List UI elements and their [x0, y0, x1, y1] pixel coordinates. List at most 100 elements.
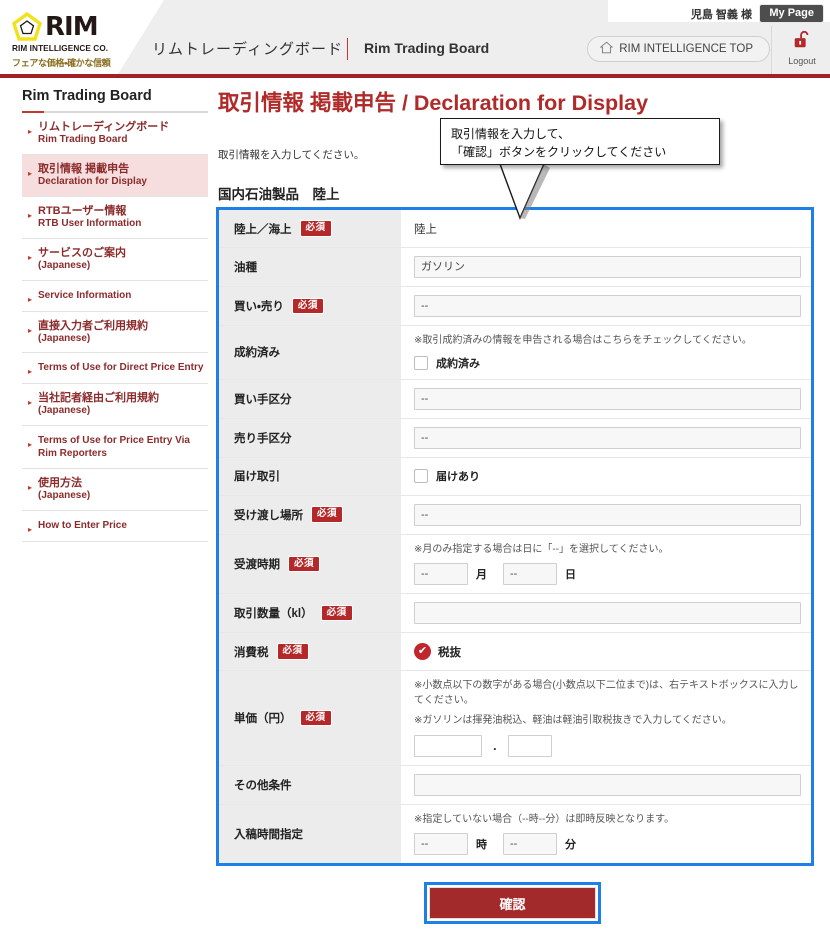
form-label-text: 届け取引: [234, 471, 280, 483]
checkbox-input[interactable]: [414, 469, 428, 483]
form-row-label: 成約済み: [219, 326, 402, 379]
readonly-value: 陸上: [414, 223, 437, 236]
form-row-label: 買い・売り 必須: [219, 287, 402, 325]
form-row-value: 陸上: [402, 210, 811, 247]
sidebar-item-label-en: Terms of Use for Price Entry Via Rim Rep…: [38, 435, 190, 460]
sidebar-item-8[interactable]: ▸ 当社記者経由ご利用規約 (Japanese): [22, 384, 208, 427]
text-input[interactable]: [414, 773, 801, 796]
form-row-label: 受け渡し場所 必須: [219, 495, 402, 534]
form-row-value: ✔ 税抜: [402, 633, 811, 670]
form-label-text: 取引数量（kl）: [234, 608, 313, 620]
site-logo[interactable]: RIM RIM INTELLIGENCE CO. フェアな価格・確かな信頼: [6, 12, 118, 74]
select-field[interactable]: --: [414, 295, 801, 317]
hour-select[interactable]: --: [414, 833, 468, 855]
sidebar-item-label-en: RTB User Information: [38, 217, 142, 229]
field-note: ※月のみ指定する場合は日に「--」を選択してください。: [414, 543, 669, 555]
callout-line-1: 取引情報を入力して、: [451, 127, 571, 141]
sidebar-item-label-en: Rim Trading Board: [38, 134, 128, 146]
form-row-label: 消費税 必須: [219, 633, 402, 670]
form-label-text: 成約済み: [234, 347, 280, 360]
rim-intelligence-top-button[interactable]: RIM INTELLIGENCE TOP: [587, 36, 770, 62]
checkbox-label: 成約済み: [436, 357, 480, 370]
declaration-form: 陸上／海上 必須 陸上 油種 ガソリン 買い・売り 必須 -- 成約済み ※取引成約済みの情報を申…: [216, 207, 814, 866]
select-field[interactable]: --: [414, 503, 801, 526]
tax-option[interactable]: ✔ 税抜: [414, 643, 801, 660]
form-label-text: 売り手区分: [234, 432, 292, 445]
day-select[interactable]: --: [503, 563, 557, 585]
sidebar-item-texts: 使用方法 (Japanese): [38, 476, 90, 503]
form-row-value: ※指定していない場合（--時--分）は即時反映となります。 -- 時 -- 分: [402, 805, 811, 864]
price-integer-input[interactable]: [414, 734, 482, 757]
required-badge: 必須: [276, 643, 309, 660]
sidebar-item-7[interactable]: ▸ Terms of Use for Direct Price Entry: [22, 353, 208, 385]
form-row-value: --: [402, 496, 811, 534]
form-row: 成約済み ※取引成約済みの情報を申告される場合はこちらをチェックしてください。 成約…: [219, 326, 811, 380]
header-divider: [771, 26, 772, 74]
form-row-label: 単価（円） 必須: [219, 671, 402, 765]
form-row: 届け取引 届けあり: [219, 457, 811, 496]
sidebar-item-10[interactable]: ▸ 使用方法 (Japanese): [22, 469, 208, 511]
sidebar-item-texts: 取引情報 掲載申告 Declaration for Display: [38, 162, 147, 189]
sidebar-item-11[interactable]: ▸ How to Enter Price: [22, 511, 208, 542]
sidebar-title-rule: [22, 111, 208, 113]
form-row: 入稿時間指定 ※指定していない場合（--時--分）は即時反映となります。 -- 時 --…: [219, 804, 811, 864]
sidebar-item-label-ja: 当社記者経由ご利用規約: [38, 392, 160, 405]
logo-tagline: フェアな価格・確かな信頼: [12, 58, 111, 68]
sidebar-item-label-ja: 使用方法: [38, 476, 83, 489]
sidebar-item-2[interactable]: ▸ 取引情報 掲載申告 Declaration for Display: [22, 154, 208, 197]
form-row: 売り手区分 --: [219, 418, 811, 458]
my-page-button[interactable]: My Page: [759, 4, 824, 23]
required-badge: 必須: [288, 555, 321, 572]
form-row-value: [402, 766, 811, 804]
text-input[interactable]: [414, 602, 801, 624]
logo-company-name: RIM INTELLIGENCE CO.: [12, 44, 109, 53]
form-row: その他条件: [219, 765, 811, 805]
callout-tail: [498, 163, 588, 225]
sidebar-item-5[interactable]: ▸ Service Information: [22, 281, 208, 312]
select-field[interactable]: --: [414, 426, 801, 449]
sidebar-item-3[interactable]: ▸ RTBユーザー情報 RTB User Information: [22, 197, 208, 239]
sidebar-item-texts: 直接入力者ご利用規約 (Japanese): [38, 319, 148, 346]
form-row-label: 陸上／海上 必須: [219, 210, 402, 247]
sidebar-item-9[interactable]: ▸ Terms of Use for Price Entry Via Rim Re…: [22, 426, 208, 469]
bullet-icon: ▸: [28, 168, 33, 178]
bullet-icon: ▸: [28, 127, 33, 136]
decimal-separator: .: [493, 738, 497, 753]
form-row-value: [402, 594, 811, 632]
form-row-label: 売り手区分: [219, 418, 402, 457]
form-label-text: 買い・売り: [234, 301, 284, 313]
form-row: 受け渡し場所 必須 --: [219, 495, 811, 535]
tax-option-label: 税抜: [438, 646, 461, 659]
month-day-group: -- 月 -- 日: [414, 563, 801, 585]
submit-button-frame: 確認: [424, 882, 601, 924]
confirm-button[interactable]: 確認: [429, 887, 596, 919]
open-lock-icon: [792, 30, 812, 54]
select-field[interactable]: ガソリン: [414, 256, 801, 278]
sidebar-item-label-en: Terms of Use for Direct Price Entry: [38, 362, 204, 374]
user-name-label: 児島 智義 様: [690, 9, 752, 21]
form-row-label: 届け取引: [219, 457, 402, 495]
bullet-icon: ▸: [28, 524, 33, 534]
form-row: 買い手区分 --: [219, 379, 811, 419]
nav-title-english: Rim Trading Board: [364, 40, 490, 56]
form-label-text: 陸上／海上: [234, 223, 292, 236]
month-select[interactable]: --: [414, 563, 468, 585]
checkbox-row[interactable]: 成約済み: [414, 355, 801, 371]
price-decimal-input[interactable]: [507, 734, 552, 757]
sidebar-item-6[interactable]: ▸ 直接入力者ご利用規約 (Japanese): [22, 312, 208, 354]
sidebar-item-1[interactable]: ▸ リムトレーディングボード Rim Trading Board: [22, 113, 208, 155]
form-row-label: 買い手区分: [219, 379, 402, 418]
checkbox-row[interactable]: 届けあり: [414, 468, 801, 484]
minute-select[interactable]: --: [503, 833, 557, 855]
sidebar-nav: Rim Trading Board ▸ リムトレーディングボード Rim Tradi…: [22, 88, 208, 542]
form-label-text: 受渡時期: [234, 558, 280, 571]
form-row-value: --: [402, 380, 811, 418]
nav-title-japanese: リムトレーディングボード: [152, 41, 343, 58]
checkbox-input[interactable]: [414, 355, 428, 370]
form-row-value: --: [402, 419, 811, 457]
form-row-value: ※取引成約済みの情報を申告される場合はこちらをチェックしてください。 成約済み: [402, 326, 811, 379]
select-field[interactable]: --: [414, 387, 801, 410]
sidebar-item-4[interactable]: ▸ サービスのご案内 (Japanese): [22, 239, 208, 281]
required-badge: 必須: [299, 709, 332, 726]
logout-button[interactable]: Logout: [779, 30, 825, 66]
